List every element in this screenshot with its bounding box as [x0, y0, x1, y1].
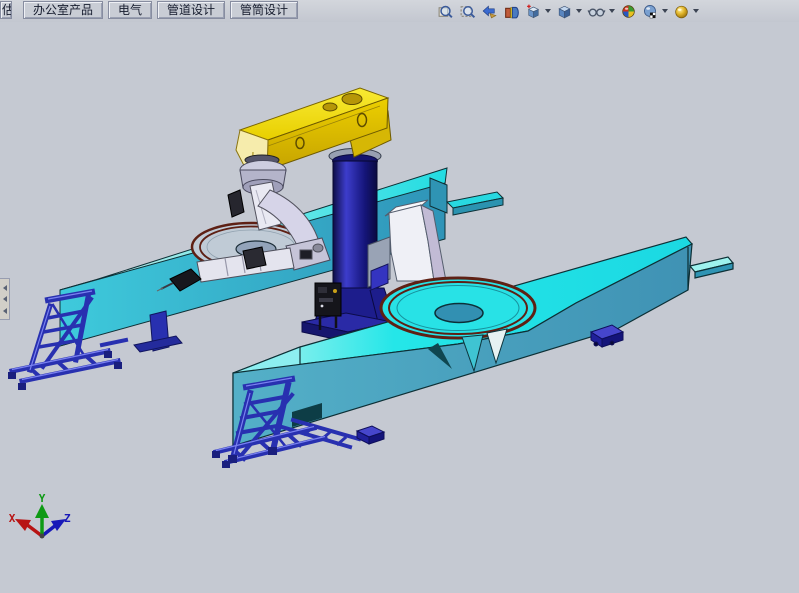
tab-office-products[interactable]: 办公室产品	[23, 1, 103, 19]
display-style-icon	[556, 3, 573, 20]
previous-view-button[interactable]	[480, 1, 499, 21]
section-view-icon	[503, 3, 520, 20]
triad-z-label: Z	[64, 512, 71, 525]
triad-y-label: Y	[39, 492, 46, 505]
model-viewport[interactable]: X Y Z	[0, 22, 799, 589]
hide-show-items-dropdown-arrow	[609, 9, 615, 13]
tab-partial[interactable]: 估	[0, 1, 12, 19]
apply-scene-icon	[642, 3, 659, 20]
triad-x-label: X	[9, 512, 16, 525]
zoom-to-fit-icon	[437, 3, 454, 20]
hide-show-items-button[interactable]	[586, 1, 616, 21]
view-orientation-button[interactable]	[524, 1, 552, 21]
view-settings-button[interactable]	[672, 1, 700, 21]
display-style-dropdown-arrow	[576, 9, 582, 13]
view-settings-dropdown-arrow	[693, 9, 699, 13]
collapse-left-arrow-icon	[3, 296, 7, 302]
graphics-viewport[interactable]: X Y Z	[0, 22, 799, 589]
tab-tubing-design[interactable]: 管筒设计	[230, 1, 298, 19]
view-settings-icon	[673, 3, 690, 20]
hide-show-items-icon	[587, 3, 606, 20]
previous-view-icon	[481, 3, 498, 20]
view-orientation-icon	[525, 3, 542, 20]
tab-partial-label: 估	[2, 3, 12, 17]
view-orientation-dropdown-arrow	[545, 9, 551, 13]
panel-splitter-collapse-button[interactable]	[0, 278, 10, 320]
edit-appearance-button[interactable]	[619, 1, 638, 21]
command-tabs: 估 办公室产品 电气 管道设计 管筒设计	[0, 1, 298, 19]
command-toolbar: 估 办公室产品 电气 管道设计 管筒设计	[0, 0, 799, 23]
zoom-to-area-button[interactable]	[458, 1, 477, 21]
zoom-to-area-icon	[459, 3, 476, 20]
apply-scene-button[interactable]	[641, 1, 669, 21]
collapse-left-arrow-icon	[3, 308, 7, 314]
tab-piping-design[interactable]: 管道设计	[157, 1, 225, 19]
collapse-left-arrow-icon	[3, 285, 7, 291]
display-style-button[interactable]	[555, 1, 583, 21]
heads-up-view-toolbar	[436, 1, 700, 21]
zoom-to-fit-button[interactable]	[436, 1, 455, 21]
tab-electrical[interactable]: 电气	[108, 1, 152, 19]
section-view-button[interactable]	[502, 1, 521, 21]
edit-appearance-icon	[620, 3, 637, 20]
apply-scene-dropdown-arrow	[662, 9, 668, 13]
